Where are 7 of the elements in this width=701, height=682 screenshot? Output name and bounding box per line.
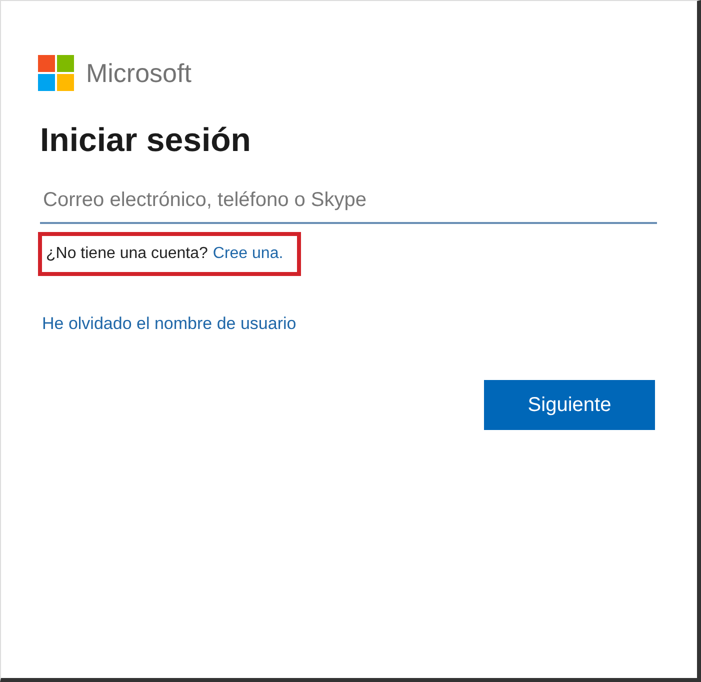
page-title: Iniciar sesión	[40, 121, 252, 159]
logo-text: Microsoft	[86, 58, 192, 88]
next-button[interactable]: Siguiente	[484, 380, 655, 430]
windows-logo-icon	[38, 55, 74, 91]
create-account-link[interactable]: Cree una.	[212, 245, 284, 263]
signup-prompt: ¿No tiene una cuenta?	[46, 245, 208, 263]
forgot-username-link[interactable]: He olvidado el nombre de usuario	[42, 314, 296, 334]
